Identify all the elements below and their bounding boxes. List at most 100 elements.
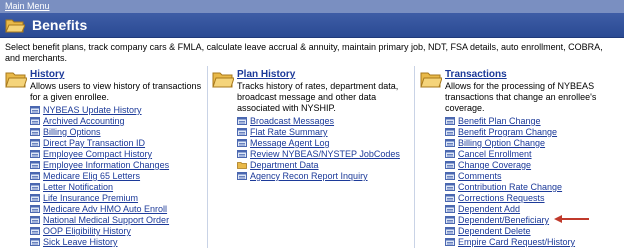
main-menu-link[interactable]: Main Menu xyxy=(5,1,50,12)
transactions-description: Allows for the processing of NYBEAS tran… xyxy=(445,81,597,113)
folder-icon xyxy=(212,72,234,88)
component-icon xyxy=(30,139,40,147)
component-icon xyxy=(445,216,455,224)
column-divider xyxy=(414,66,415,248)
list-item[interactable]: Employee Information Changes xyxy=(30,160,169,171)
history-link[interactable]: Employee Information Changes xyxy=(43,160,169,170)
component-icon xyxy=(237,172,247,180)
transactions-link[interactable]: Dependent/Beneficiary xyxy=(458,215,549,225)
list-item[interactable]: Corrections Requests xyxy=(445,193,575,204)
plan-history-link[interactable]: Broadcast Messages xyxy=(250,116,334,126)
plan-history-link[interactable]: Message Agent Log xyxy=(250,138,330,148)
history-link[interactable]: National Medical Support Order xyxy=(43,215,169,225)
history-title-link[interactable]: History xyxy=(30,69,64,81)
list-item[interactable]: Benefit Program Change xyxy=(445,127,575,138)
plan-history-link[interactable]: Review NYBEAS/NYSTEP JobCodes xyxy=(250,149,400,159)
history-link[interactable]: Billing Options xyxy=(43,127,101,137)
page-title: Benefits xyxy=(32,17,88,33)
transactions-link[interactable]: Change Coverage xyxy=(458,160,531,170)
plan-history-link[interactable]: Flat Rate Summary xyxy=(250,127,328,137)
component-icon xyxy=(30,161,40,169)
list-item[interactable]: Life Insurance Premium xyxy=(30,193,169,204)
transactions-link[interactable]: Dependent Add xyxy=(458,204,520,214)
history-link[interactable]: OOP Eligibility History xyxy=(43,226,131,236)
component-icon xyxy=(30,205,40,213)
plan-history-link-list: Broadcast Messages Flat Rate Summary Messa… xyxy=(237,116,400,182)
list-item[interactable]: Medicare Adv HMO Auto Enroll xyxy=(30,204,169,215)
list-item[interactable]: NYBEAS Update History xyxy=(30,105,169,116)
plan-history-link[interactable]: Department Data xyxy=(250,160,319,170)
history-link[interactable]: Letter Notification xyxy=(43,182,113,192)
list-item[interactable]: Billing Options xyxy=(30,127,169,138)
page-description: Select benefit plans, track company cars… xyxy=(5,42,603,63)
component-icon xyxy=(445,238,455,246)
transactions-link[interactable]: Corrections Requests xyxy=(458,193,545,203)
component-icon xyxy=(237,150,247,158)
column-divider xyxy=(207,66,208,248)
component-icon xyxy=(237,128,247,136)
transactions-link-list: Benefit Plan Change Benefit Program Chang… xyxy=(445,116,575,248)
folder-icon xyxy=(420,72,442,88)
page-header: Benefits xyxy=(0,13,624,38)
plan-history-link[interactable]: Agency Recon Report Inquiry xyxy=(250,171,368,181)
history-link[interactable]: Life Insurance Premium xyxy=(43,193,138,203)
history-link[interactable]: Employee Compact History xyxy=(43,149,152,159)
history-link[interactable]: Medicare Elig 65 Letters xyxy=(43,171,140,181)
list-item[interactable]: Message Agent Log xyxy=(237,138,400,149)
list-item[interactable]: Letter Notification xyxy=(30,182,169,193)
component-icon xyxy=(445,194,455,202)
list-item[interactable]: Cancel Enrollment xyxy=(445,149,575,160)
component-icon xyxy=(30,117,40,125)
folder-open-icon xyxy=(5,19,25,33)
component-icon xyxy=(445,128,455,136)
list-item[interactable]: Dependent Delete xyxy=(445,226,575,237)
list-item[interactable]: Direct Pay Transaction ID xyxy=(30,138,169,149)
history-link[interactable]: Sick Leave History xyxy=(43,237,118,247)
component-icon xyxy=(445,161,455,169)
transactions-link[interactable]: Comments xyxy=(458,171,502,181)
component-icon xyxy=(30,194,40,202)
history-link[interactable]: Archived Accounting xyxy=(43,116,125,126)
history-link[interactable]: NYBEAS Update History xyxy=(43,105,142,115)
transactions-link[interactable]: Benefit Plan Change xyxy=(458,116,541,126)
component-icon xyxy=(237,139,247,147)
list-item[interactable]: Dependent Add xyxy=(445,204,575,215)
list-item[interactable]: National Medical Support Order xyxy=(30,215,169,226)
history-description: Allows users to view history of transact… xyxy=(30,81,202,102)
component-icon xyxy=(445,172,455,180)
list-item[interactable]: Comments xyxy=(445,171,575,182)
list-item[interactable]: OOP Eligibility History xyxy=(30,226,169,237)
transactions-link[interactable]: Billing Option Change xyxy=(458,138,545,148)
plan-history-title-link[interactable]: Plan History xyxy=(237,69,295,81)
transactions-link[interactable]: Cancel Enrollment xyxy=(458,149,532,159)
component-icon xyxy=(30,238,40,246)
history-link[interactable]: Direct Pay Transaction ID xyxy=(43,138,145,148)
list-item[interactable]: Sick Leave History xyxy=(30,237,169,248)
transactions-link[interactable]: Contribution Rate Change xyxy=(458,182,562,192)
transactions-title-link[interactable]: Transactions xyxy=(445,69,507,81)
list-item[interactable]: Medicare Elig 65 Letters xyxy=(30,171,169,182)
list-item[interactable]: Broadcast Messages xyxy=(237,116,400,127)
component-icon xyxy=(30,106,40,114)
list-item[interactable]: Empire Card Request/History xyxy=(445,237,575,248)
transactions-link[interactable]: Empire Card Request/History xyxy=(458,237,575,247)
transactions-link[interactable]: Benefit Program Change xyxy=(458,127,557,137)
top-nav-bar: Main Menu xyxy=(0,0,624,13)
folder-small-icon xyxy=(237,162,247,169)
list-item[interactable]: Flat Rate Summary xyxy=(237,127,400,138)
list-item[interactable]: Change Coverage xyxy=(445,160,575,171)
component-icon xyxy=(30,128,40,136)
list-item[interactable]: Archived Accounting xyxy=(30,116,169,127)
component-icon xyxy=(30,227,40,235)
history-link[interactable]: Medicare Adv HMO Auto Enroll xyxy=(43,204,167,214)
list-item[interactable]: Agency Recon Report Inquiry xyxy=(237,171,400,182)
list-item[interactable]: Contribution Rate Change xyxy=(445,182,575,193)
list-item[interactable]: Benefit Plan Change xyxy=(445,116,575,127)
component-icon xyxy=(445,150,455,158)
list-item[interactable]: Review NYBEAS/NYSTEP JobCodes xyxy=(237,149,400,160)
list-item[interactable]: Billing Option Change xyxy=(445,138,575,149)
list-item[interactable]: Employee Compact History xyxy=(30,149,169,160)
transactions-link[interactable]: Dependent Delete xyxy=(458,226,531,236)
list-item[interactable]: Department Data xyxy=(237,160,400,171)
component-icon xyxy=(445,227,455,235)
